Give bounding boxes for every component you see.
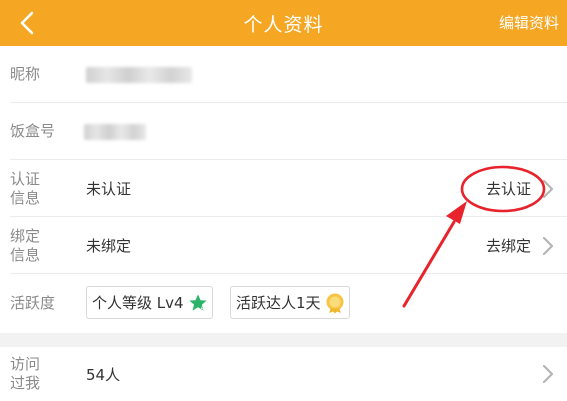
visits-card[interactable]: 访问 过我 54人	[0, 347, 567, 401]
binding-label: 绑定 信息	[10, 226, 41, 264]
profile-card: 昵称 饭盒号 认证 信息 未认证 去认证 绑定 信息 未绑定 去绑定 活跃度 个…	[0, 46, 567, 333]
box-id-value-redacted	[84, 123, 146, 140]
visits-row[interactable]: 访问 过我 54人	[0, 347, 567, 401]
visits-count: 54人	[86, 365, 121, 384]
activity-row: 活跃度 个人等级 Lv4 4 活跃达人1天	[0, 274, 567, 333]
go-bind-button[interactable]: 去绑定	[486, 235, 531, 256]
chevron-right-icon	[542, 364, 554, 384]
binding-status: 未绑定	[86, 237, 132, 255]
level-badge[interactable]: 个人等级 Lv4 4	[86, 286, 213, 319]
level-badge-text: 个人等级 Lv4	[92, 294, 184, 312]
active-days-badge[interactable]: 活跃达人1天	[230, 286, 350, 319]
edit-profile-button[interactable]: 编辑资料	[499, 12, 559, 33]
chevron-right-icon	[542, 236, 554, 255]
verification-status: 未认证	[86, 180, 132, 198]
nickname-value-redacted	[86, 66, 192, 83]
go-verify-button[interactable]: 去认证	[486, 178, 531, 199]
verification-label: 认证 信息	[10, 169, 41, 207]
box-id-row: 饭盒号	[0, 103, 567, 160]
medal-icon	[326, 293, 344, 313]
binding-row[interactable]: 绑定 信息 未绑定 去绑定	[0, 217, 567, 274]
app-header: 个人资料 编辑资料	[0, 0, 567, 46]
nickname-label: 昵称	[10, 65, 41, 83]
box-id-label: 饭盒号	[10, 122, 56, 140]
page-title: 个人资料	[243, 13, 324, 36]
active-days-badge-text: 活跃达人1天	[236, 294, 321, 312]
nickname-row: 昵称	[0, 46, 567, 103]
activity-label: 活跃度	[10, 294, 56, 312]
verification-row[interactable]: 认证 信息 未认证 去认证	[0, 160, 567, 217]
chevron-right-icon	[542, 179, 554, 198]
star-icon: 4	[188, 294, 207, 312]
back-button[interactable]	[14, 9, 40, 37]
svg-text:4: 4	[200, 305, 204, 312]
chevron-left-icon	[20, 11, 34, 35]
visits-label: 访问 过我	[10, 355, 41, 392]
